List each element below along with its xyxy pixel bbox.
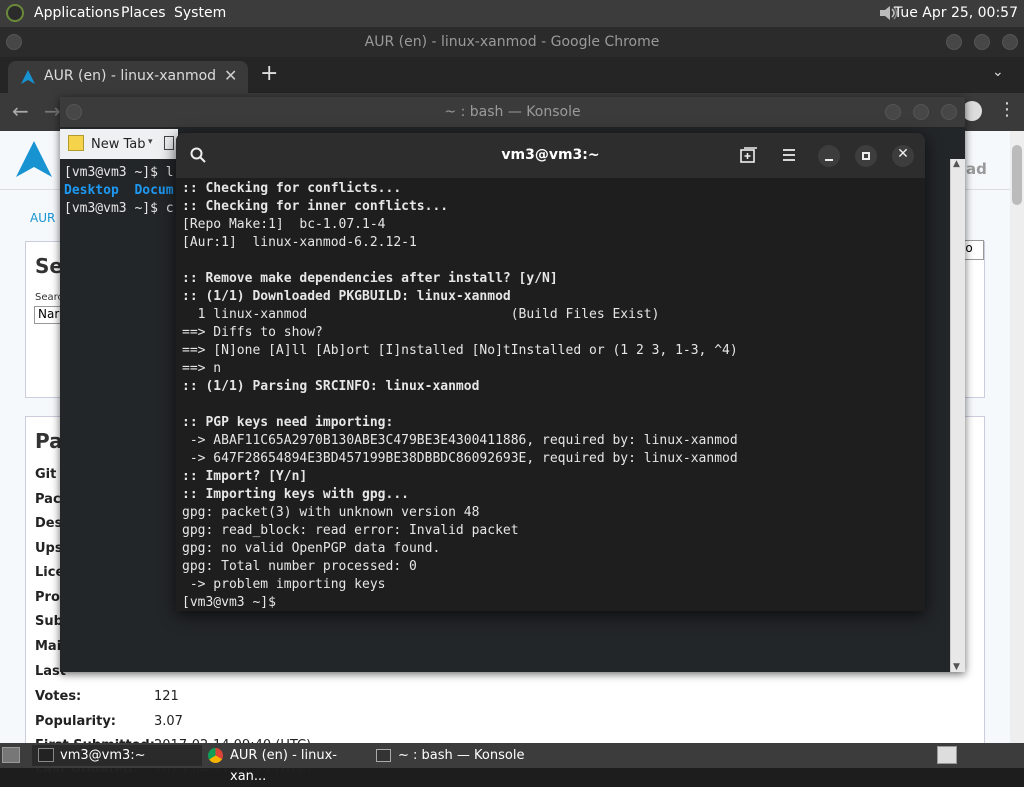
- forward-arrow-icon[interactable]: →: [44, 99, 61, 123]
- detail-value-votes[interactable]: 121: [154, 689, 179, 704]
- chrome-close-icon[interactable]: [1002, 34, 1018, 50]
- terminal-line: -> ABAF11C65A2970B130ABE3C479BE3E4300411…: [182, 433, 738, 448]
- chrome-maximize-icon[interactable]: [974, 34, 990, 50]
- terminal-line: :: Checking for conflicts...: [182, 181, 402, 196]
- new-tab-star-icon[interactable]: [68, 135, 84, 151]
- konsole-maximize-icon[interactable]: [913, 104, 929, 120]
- terminal-maximize-icon[interactable]: [855, 145, 877, 167]
- new-tab-icon[interactable]: +: [260, 61, 278, 86]
- konsole-minimize-icon[interactable]: [885, 104, 901, 120]
- terminal-minimize-icon[interactable]: [818, 145, 840, 167]
- terminal-app-icon: [38, 748, 54, 762]
- chrome-tabstrip: AUR (en) - linux-xanmod ✕ + ⌄: [0, 57, 1024, 93]
- terminal-line: ==> Diffs to show?: [182, 325, 323, 340]
- taskbar-item-label: AUR (en) - linux-xan...: [230, 748, 337, 784]
- search-heading: Se: [35, 254, 63, 278]
- profile-avatar-icon[interactable]: [962, 101, 982, 121]
- konsole-tabbar: New Tab ▾: [60, 129, 178, 159]
- breadcrumb[interactable]: AUR: [30, 211, 55, 225]
- search-label: Searc: [35, 292, 64, 303]
- terminal-line: ==> [N]one [A]ll [Ab]ort [I]nstalled [No…: [182, 343, 738, 358]
- terminal-line: :: Importing keys with gpg...: [182, 487, 409, 502]
- chrome-scroll-thumb[interactable]: [1012, 145, 1022, 205]
- distro-logo-icon[interactable]: [6, 4, 24, 22]
- taskbar-item-chrome[interactable]: AUR (en) - linux-xan...: [202, 745, 370, 784]
- konsole-line: [vm3@vm3 ~]$ l: [64, 165, 174, 180]
- package-heading: Pa: [35, 429, 63, 453]
- tab-search-chevron-icon[interactable]: ⌄: [992, 64, 1004, 80]
- konsole-line: Desktop Docum: [64, 183, 174, 198]
- terminal-line: gpg: Total number processed: 0: [182, 559, 417, 574]
- chrome-app-icon: [208, 748, 223, 763]
- taskbar-item-terminal[interactable]: vm3@vm3:~: [32, 745, 202, 766]
- konsole-window-title: ~ : bash — Konsole: [444, 104, 581, 120]
- terminal-title: vm3@vm3:~: [501, 147, 600, 163]
- gnome-terminal-window: vm3@vm3:~ ✕ :: Checking for conflicts...…: [176, 133, 925, 611]
- scroll-up-icon[interactable]: ▲: [953, 159, 960, 169]
- terminal-output[interactable]: :: Checking for conflicts...:: Checking …: [176, 178, 925, 611]
- terminal-line: :: (1/1) Downloaded PKGBUILD: linux-xanm…: [182, 289, 511, 304]
- taskbar-item-label: vm3@vm3:~: [60, 748, 146, 763]
- konsole-line: [vm3@vm3 ~]$ c: [64, 201, 174, 216]
- terminal-line: [Repo Make:1] bc-1.07.1-4: [182, 217, 386, 232]
- window-menu-icon[interactable]: [6, 34, 22, 50]
- new-tab-dropdown-icon[interactable]: ▾: [148, 137, 153, 147]
- hamburger-menu-icon[interactable]: [782, 148, 796, 162]
- aur-header-text: ad: [966, 160, 987, 178]
- terminal-line: :: PGP keys need importing:: [182, 415, 394, 430]
- arch-logo-icon[interactable]: [14, 139, 54, 179]
- terminal-line: -> problem importing keys: [182, 577, 386, 592]
- terminal-line: ==> n: [182, 361, 222, 376]
- terminal-line: :: Remove make dependencies after instal…: [182, 271, 558, 286]
- terminal-line: :: (1/1) Parsing SRCINFO: linux-xanmod: [182, 379, 480, 394]
- terminal-line: 1 linux-xanmod (Build Files Exist): [182, 307, 660, 322]
- menu-applications[interactable]: Applications: [34, 5, 120, 21]
- scroll-down-icon[interactable]: ▼: [953, 662, 960, 672]
- close-tab-icon[interactable]: ✕: [224, 66, 237, 85]
- konsole-scrollbar[interactable]: ▲ ▼: [950, 159, 965, 672]
- terminal-headerbar[interactable]: vm3@vm3:~ ✕: [176, 133, 925, 178]
- detail-label-votes: Votes:: [35, 689, 82, 704]
- konsole-close-icon[interactable]: [941, 104, 957, 120]
- terminal-line: :: Import? [Y/n]: [182, 469, 308, 484]
- konsole-app-icon: [376, 749, 391, 762]
- chrome-minimize-icon[interactable]: [946, 34, 962, 50]
- new-tab-icon[interactable]: [740, 147, 758, 163]
- taskbar-item-label: ~ : bash — Konsole: [398, 748, 525, 763]
- chrome-page-scrollbar[interactable]: [1010, 131, 1024, 743]
- bottom-taskbar: vm3@vm3:~ AUR (en) - linux-xan... ~ : ba…: [0, 743, 1024, 784]
- konsole-titlebar[interactable]: ~ : bash — Konsole: [60, 97, 965, 127]
- terminal-line: [Aur:1] linux-xanmod-6.2.12-1: [182, 235, 417, 250]
- chrome-menu-icon[interactable]: ⋮: [998, 99, 1016, 120]
- back-arrow-icon[interactable]: ←: [12, 99, 29, 123]
- konsole-window-menu-icon[interactable]: [66, 104, 82, 120]
- split-view-icon[interactable]: [164, 136, 174, 150]
- menu-system[interactable]: System: [174, 5, 226, 21]
- terminal-line: gpg: read_block: read error: Invalid pac…: [182, 523, 519, 538]
- menu-places[interactable]: Places: [121, 5, 166, 21]
- chrome-tab-aur[interactable]: AUR (en) - linux-xanmod ✕: [8, 61, 248, 93]
- detail-value-popularity: 3.07: [154, 714, 183, 729]
- terminal-line: gpg: no valid OpenPGP data found.: [182, 541, 441, 556]
- terminal-line: gpg: packet(3) with unknown version 48: [182, 505, 480, 520]
- konsole-new-tab-button[interactable]: New Tab: [91, 137, 146, 152]
- terminal-close-icon[interactable]: ✕: [892, 145, 914, 167]
- chrome-tab-title: AUR (en) - linux-xanmod: [44, 68, 217, 84]
- terminal-line: -> 647F28654894E3BD457199BE38DBBDC860926…: [182, 451, 738, 466]
- terminal-line: [vm3@vm3 ~]$: [182, 595, 276, 610]
- clock[interactable]: Tue Apr 25, 00:57: [894, 5, 1018, 21]
- show-desktop-icon[interactable]: [2, 747, 20, 763]
- terminal-line: :: Checking for inner conflicts...: [182, 199, 449, 214]
- chrome-window-title: AUR (en) - linux-xanmod - Google Chrome: [364, 34, 660, 50]
- chrome-titlebar[interactable]: AUR (en) - linux-xanmod - Google Chrome: [0, 27, 1024, 57]
- detail-label-popularity: Popularity:: [35, 714, 117, 729]
- workspace-switcher[interactable]: [937, 746, 957, 764]
- top-panel: Applications Places System Tue Apr 25, 0…: [0, 0, 1024, 27]
- taskbar-item-konsole[interactable]: ~ : bash — Konsole: [370, 745, 540, 766]
- arch-favicon-icon: [21, 70, 35, 84]
